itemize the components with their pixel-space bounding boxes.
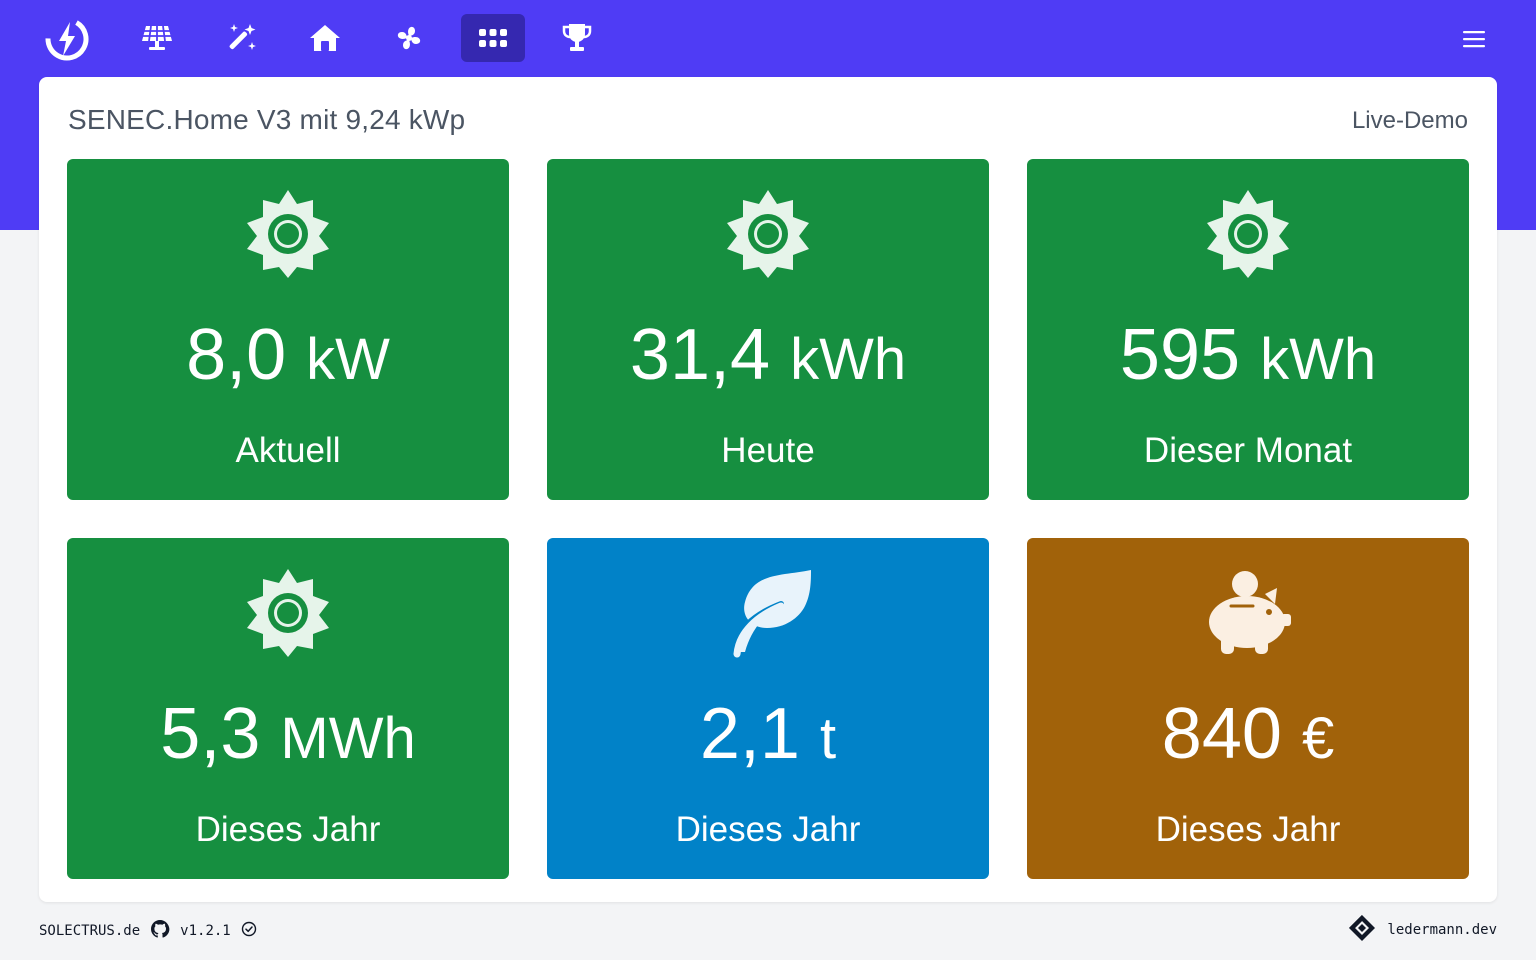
piggy-bank-icon bbox=[1027, 568, 1469, 658]
tile-this-year-energy[interactable]: 5,3 MWh Dieses Jahr bbox=[67, 538, 509, 879]
main-card: SENEC.Home V3 mit 9,24 kWp Live-Demo 8,0… bbox=[39, 77, 1497, 902]
grid-icon bbox=[479, 29, 507, 47]
author-label: ledermann.dev bbox=[1387, 922, 1497, 938]
tile-value: 840 € bbox=[1161, 694, 1335, 774]
hamburger-menu-button[interactable] bbox=[1456, 22, 1492, 56]
page-title: SENEC.Home V3 mit 9,24 kWp bbox=[68, 104, 466, 135]
tile-this-month[interactable]: 595 kWh Dieser Monat bbox=[1027, 159, 1469, 500]
solectrus-logo-icon[interactable] bbox=[44, 16, 90, 62]
nav-item-magic[interactable] bbox=[209, 14, 273, 62]
nav-item-house[interactable] bbox=[293, 14, 357, 62]
fan-icon bbox=[397, 26, 421, 50]
footer-left: SOLECTRUS.de v1.2.1 bbox=[39, 918, 257, 944]
tile-this-year-savings[interactable]: 840 € Dieses Jahr bbox=[1027, 538, 1469, 879]
solectrus-link[interactable]: SOLECTRUS.de bbox=[39, 923, 140, 939]
tile-this-year-co2[interactable]: 2,1 t Dieses Jahr bbox=[547, 538, 989, 879]
tile-value: 595 kWh bbox=[1119, 315, 1377, 395]
leaf-icon bbox=[547, 568, 989, 658]
nav-item-fan[interactable] bbox=[377, 14, 441, 62]
nav-item-trophy[interactable] bbox=[545, 14, 609, 62]
magic-wand-icon bbox=[229, 24, 256, 50]
tile-label: Dieses Jahr bbox=[195, 810, 381, 849]
sun-icon bbox=[67, 568, 509, 658]
tile-label: Dieses Jahr bbox=[675, 810, 861, 849]
tile-value: 5,3 MWh bbox=[160, 694, 416, 774]
check-circle-icon bbox=[241, 921, 257, 941]
sun-icon bbox=[67, 189, 509, 279]
tile-current-power[interactable]: 8,0 kW Aktuell bbox=[67, 159, 509, 500]
author-link[interactable]: ledermann.dev bbox=[1347, 914, 1497, 946]
version-label: v1.2.1 bbox=[180, 923, 231, 939]
top-nav bbox=[0, 0, 1536, 76]
github-icon[interactable] bbox=[150, 919, 170, 943]
tile-label: Dieses Jahr bbox=[1155, 810, 1341, 849]
live-demo-link[interactable]: Live-Demo bbox=[1352, 107, 1468, 135]
solar-panel-icon bbox=[142, 25, 172, 50]
hamburger-menu-icon bbox=[1463, 31, 1485, 48]
tile-value: 8,0 kW bbox=[186, 315, 390, 395]
nav-item-solar[interactable] bbox=[125, 14, 189, 62]
nav-item-overview[interactable] bbox=[461, 14, 525, 62]
trophy-icon bbox=[562, 24, 592, 51]
tile-label: Heute bbox=[721, 431, 815, 470]
sun-icon bbox=[547, 189, 989, 279]
sun-icon bbox=[1027, 189, 1469, 279]
tile-label: Aktuell bbox=[235, 431, 341, 470]
tile-today[interactable]: 31,4 kWh Heute bbox=[547, 159, 989, 500]
house-icon bbox=[310, 25, 340, 51]
ledermann-logo-icon bbox=[1347, 913, 1377, 947]
tile-label: Dieser Monat bbox=[1143, 431, 1353, 470]
tile-value: 31,4 kWh bbox=[629, 315, 907, 395]
tile-value: 2,1 t bbox=[699, 694, 837, 774]
